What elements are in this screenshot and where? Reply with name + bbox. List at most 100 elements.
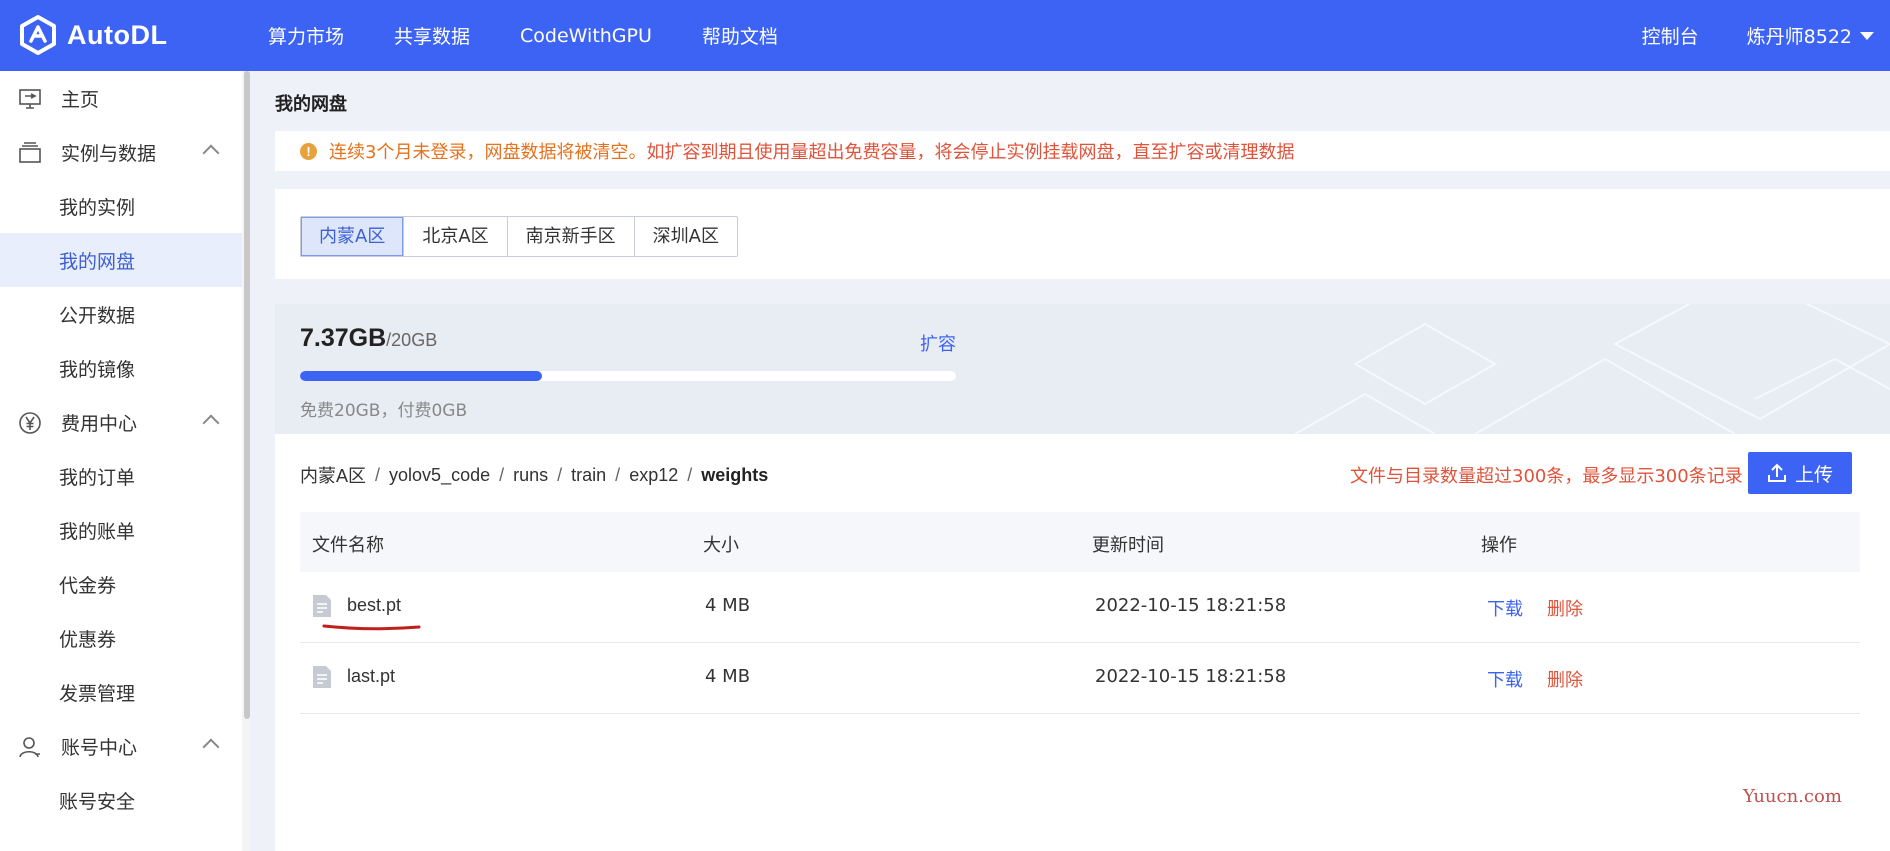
- page-title: 我的网盘: [275, 94, 347, 115]
- sidebar-item-label: 我的实例: [59, 196, 136, 219]
- sidebar-group-billing[interactable]: 费用中心: [0, 395, 242, 449]
- sidebar-item-label: 我的账单: [59, 520, 136, 543]
- sidebar-group-instances[interactable]: 实例与数据: [0, 125, 242, 179]
- table-row[interactable]: best.pt 4 MB 2022-10-15 18:21:58 下载 删除: [300, 572, 1860, 643]
- username: 炼丹师8522: [1746, 26, 1852, 48]
- region-card: 内蒙A区 北京A区 南京新手区 深圳A区: [275, 189, 1890, 279]
- storage-detail: 免费20GB，付费0GB: [300, 401, 468, 421]
- chevron-down-icon: [1860, 31, 1874, 40]
- storage-used: 7.37GB/20GB: [300, 324, 437, 353]
- sidebar-item-vouchers[interactable]: 代金券: [0, 557, 242, 611]
- file-size: 4 MB: [705, 666, 751, 687]
- breadcrumb-item[interactable]: yolov5_code: [389, 465, 490, 486]
- region-tabs: 内蒙A区 北京A区 南京新手区 深圳A区: [300, 216, 738, 257]
- sidebar-item-home[interactable]: 主页: [0, 71, 242, 125]
- tab-region-beijing-a[interactable]: 北京A区: [404, 217, 508, 256]
- tab-region-nanjing-newbie[interactable]: 南京新手区: [508, 217, 635, 256]
- sidebar-item-coupons[interactable]: 优惠券: [0, 611, 242, 665]
- file-size: 4 MB: [705, 595, 751, 616]
- autodl-logo-icon: [20, 15, 56, 55]
- nav-codewithgpu[interactable]: CodeWithGPU: [520, 25, 652, 47]
- warning-notice: ! 连续3个月未登录，网盘数据将被清空。如扩容到期且使用量超出免费容量，将会停止…: [275, 131, 1890, 171]
- sidebar-item-my-orders[interactable]: 我的订单: [0, 449, 242, 503]
- breadcrumb: 内蒙A区 / yolov5_code / runs / train / exp12 / w…: [300, 462, 768, 488]
- sidebar-item-my-images[interactable]: 我的镜像: [0, 341, 242, 395]
- upload-label: 上传: [1794, 463, 1833, 486]
- total-value: /20GB: [386, 330, 438, 350]
- console-link[interactable]: 控制台: [1642, 22, 1699, 49]
- nav-right: 控制台 炼丹师8522: [1642, 0, 1874, 71]
- user-menu[interactable]: 炼丹师8522: [1747, 22, 1874, 49]
- download-link[interactable]: 下载: [1487, 666, 1523, 692]
- sidebar-item-invoices[interactable]: 发票管理: [0, 665, 242, 719]
- file-icon: [313, 595, 331, 617]
- monitor-icon: [19, 89, 41, 109]
- breadcrumb-separator: /: [615, 464, 621, 485]
- table-header: 文件名称 大小 更新时间 操作: [300, 512, 1860, 572]
- breadcrumb-separator: /: [557, 464, 563, 485]
- sidebar-item-label: 公开数据: [59, 304, 136, 327]
- sidebar-item-label: 主页: [61, 88, 100, 111]
- nav-help-docs[interactable]: 帮助文档: [702, 22, 778, 49]
- delete-link[interactable]: 删除: [1547, 666, 1583, 692]
- breadcrumb-current: weights: [701, 464, 769, 485]
- file-icon: [313, 666, 331, 688]
- usage-progress-bar: [300, 371, 956, 381]
- sidebar-item-public-data[interactable]: 公开数据: [0, 287, 242, 341]
- table-row[interactable]: last.pt 4 MB 2022-10-15 18:21:58 下载 删除: [300, 643, 1860, 714]
- sidebar-item-label: 代金券: [59, 574, 117, 597]
- expand-storage-link[interactable]: 扩容: [920, 330, 956, 356]
- delete-link[interactable]: 删除: [1547, 595, 1583, 621]
- breadcrumb-separator: /: [375, 464, 381, 485]
- notice-text-part1: 连续3个月未登录，网盘数据将被清空。: [329, 142, 647, 163]
- tab-region-shenzhen-a[interactable]: 深圳A区: [635, 217, 737, 256]
- chevron-up-icon: [202, 738, 220, 756]
- yen-icon: [19, 412, 41, 434]
- usage-progress-fill: [300, 371, 542, 381]
- upload-icon: [1767, 463, 1786, 482]
- sidebar-item-my-instances[interactable]: 我的实例: [0, 179, 242, 233]
- brand-name: AutoDL: [67, 19, 168, 50]
- breadcrumb-item[interactable]: exp12: [629, 465, 678, 486]
- autodl-logo[interactable]: AutoDL: [18, 14, 167, 56]
- tab-region-neimeng-a[interactable]: 内蒙A区: [301, 217, 405, 256]
- sidebar-group-label: 费用中心: [61, 412, 138, 435]
- file-updated-time: 2022-10-15 18:21:58: [1095, 595, 1287, 616]
- sidebar-scrollbar[interactable]: [244, 71, 250, 719]
- file-browser: 内蒙A区 / yolov5_code / runs / train / exp12 / w…: [275, 434, 1890, 851]
- file-name[interactable]: last.pt: [347, 666, 395, 687]
- sidebar-group-label: 实例与数据: [61, 142, 157, 165]
- download-link[interactable]: 下载: [1487, 595, 1523, 621]
- sidebar-item-account-security[interactable]: 账号安全: [0, 773, 242, 827]
- annotation-underline: [322, 624, 421, 631]
- background-pattern: [1294, 304, 1890, 434]
- used-value: 7.37GB: [300, 324, 387, 352]
- nav-compute-market[interactable]: 算力市场: [268, 22, 344, 49]
- file-name[interactable]: best.pt: [347, 595, 401, 616]
- notice-text-part2: 如扩容到期且使用量超出免费容量，将会停止实例挂载网盘，直至扩容或清理数据: [646, 142, 1295, 163]
- top-navbar: AutoDL 算力市场 共享数据 CodeWithGPU 帮助文档 控制台 炼丹…: [0, 0, 1890, 71]
- notice-text: 连续3个月未登录，网盘数据将被清空。如扩容到期且使用量超出免费容量，将会停止实例…: [329, 138, 1294, 164]
- file-updated-time: 2022-10-15 18:21:58: [1095, 666, 1287, 687]
- sidebar-item-label: 账号安全: [59, 790, 136, 813]
- warning-icon: !: [300, 142, 317, 160]
- sidebar-item-my-bills[interactable]: 我的账单: [0, 503, 242, 557]
- chevron-up-icon: [202, 144, 220, 162]
- sidebar-group-account[interactable]: 账号中心: [0, 719, 242, 773]
- breadcrumb-item[interactable]: 内蒙A区: [300, 462, 366, 488]
- main-nav: 算力市场 共享数据 CodeWithGPU 帮助文档: [268, 0, 828, 71]
- upload-button[interactable]: 上传: [1748, 452, 1852, 494]
- breadcrumb-separator: /: [687, 464, 693, 485]
- sidebar-item-label: 发票管理: [59, 682, 136, 705]
- sidebar-item-label: 优惠券: [59, 628, 117, 651]
- breadcrumb-separator: /: [499, 464, 505, 485]
- record-limit-notice: 文件与目录数量超过300条，最多显示300条记录: [1350, 466, 1743, 487]
- breadcrumb-item[interactable]: runs: [513, 465, 548, 486]
- user-icon: [19, 737, 40, 758]
- sidebar-group-label: 账号中心: [61, 736, 138, 759]
- breadcrumb-item[interactable]: train: [571, 465, 606, 486]
- nav-shared-data[interactable]: 共享数据: [394, 22, 470, 49]
- sidebar-item-my-disk[interactable]: 我的网盘: [0, 233, 242, 287]
- column-header-size: 大小: [703, 535, 739, 556]
- sidebar-item-label: 我的镜像: [59, 358, 136, 381]
